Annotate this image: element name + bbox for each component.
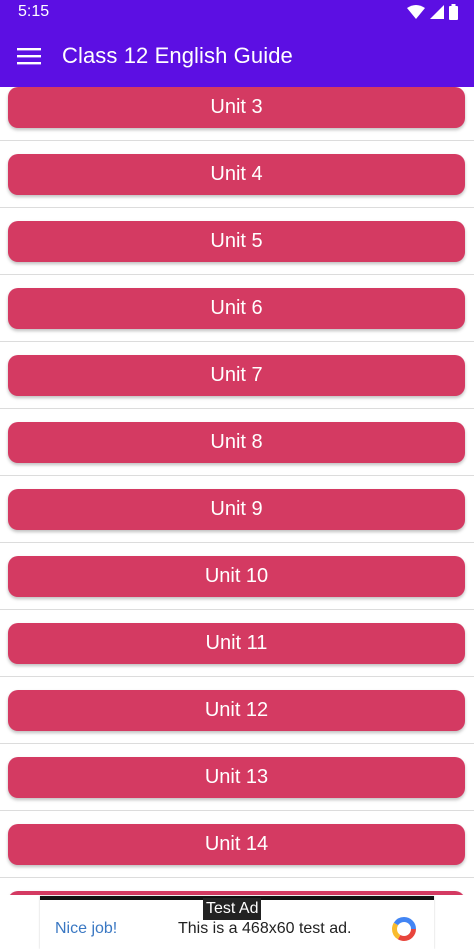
list-item: Unit 5 <box>0 208 474 275</box>
unit-6-button[interactable]: Unit 6 <box>8 288 465 329</box>
unit-7-button[interactable]: Unit 7 <box>8 355 465 396</box>
app-title: Class 12 English Guide <box>62 42 293 68</box>
list-item: Unit 7 <box>0 342 474 409</box>
list-item: Unit 11 <box>0 610 474 677</box>
ad-text: This is a 468x60 test ad. <box>178 920 352 937</box>
hamburger-menu-icon <box>17 47 41 64</box>
ad-nice-job: Nice job! <box>55 920 118 937</box>
unit-5-button[interactable]: Unit 5 <box>8 221 465 262</box>
unit-3-button[interactable]: Unit 3 <box>8 87 465 128</box>
unit-9-button[interactable]: Unit 9 <box>8 489 465 530</box>
list-item: Unit 9 <box>0 476 474 543</box>
status-time: 5:15 <box>18 3 50 20</box>
unit-4-button[interactable]: Unit 4 <box>8 154 465 195</box>
battery-icon <box>449 4 458 20</box>
unit-11-button[interactable]: Unit 11 <box>8 623 465 664</box>
unit-list[interactable]: Unit 3 Unit 4 Unit 5 Unit 6 Unit 7 Unit … <box>0 87 474 895</box>
unit-10-button[interactable]: Unit 10 <box>8 556 465 597</box>
unit-13-button[interactable]: Unit 13 <box>8 757 465 798</box>
unit-12-button[interactable]: Unit 12 <box>8 690 465 731</box>
list-item: Unit 6 <box>0 275 474 342</box>
list-item: Unit 3 <box>0 87 474 141</box>
list-item: Unit 13 <box>0 744 474 811</box>
signal-icon <box>430 5 444 19</box>
test-ad-label: Test Ad <box>203 898 262 920</box>
unit-14-button[interactable]: Unit 14 <box>8 824 465 865</box>
list-item: Unit 12 <box>0 677 474 744</box>
list-item: Unit 4 <box>0 141 474 208</box>
list-item: Unit 14 <box>0 811 474 878</box>
ad-logo-icon <box>392 917 416 941</box>
status-icons <box>407 4 458 20</box>
list-item <box>0 878 474 895</box>
list-item: Unit 10 <box>0 543 474 610</box>
wifi-icon <box>407 5 425 19</box>
menu-button[interactable] <box>1 24 57 87</box>
app-bar: Class 12 English Guide <box>0 24 474 87</box>
status-bar: 5:15 <box>0 0 474 24</box>
unit-8-button[interactable]: Unit 8 <box>8 422 465 463</box>
list-item: Unit 8 <box>0 409 474 476</box>
